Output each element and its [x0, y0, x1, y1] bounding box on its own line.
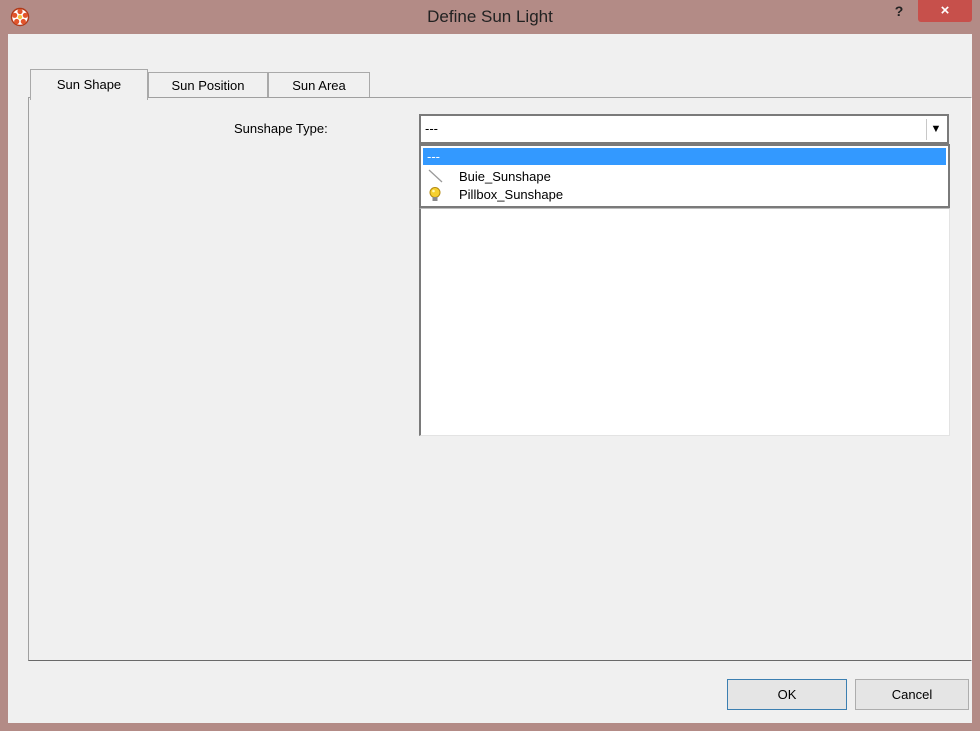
close-button[interactable]: ×: [918, 0, 972, 22]
cancel-button[interactable]: Cancel: [855, 679, 969, 710]
sunshape-type-label: Sunshape Type:: [234, 121, 328, 136]
tab-sun-shape[interactable]: Sun Shape: [30, 69, 148, 100]
title-bar[interactable]: Define Sun Light ? ×: [0, 0, 980, 34]
dropdown-option-pillbox[interactable]: Pillbox_Sunshape: [423, 186, 946, 203]
sunshape-parameters-area: [419, 208, 950, 436]
tab-sun-position[interactable]: Sun Position: [148, 72, 268, 98]
dropdown-option-none[interactable]: ---: [423, 148, 946, 165]
line-icon: [428, 169, 443, 183]
tab-sun-area[interactable]: Sun Area: [268, 72, 370, 98]
dialog-window: Define Sun Light ? × Sun Shape Sun Posit…: [0, 0, 980, 731]
help-button[interactable]: ?: [884, 0, 914, 22]
sunshape-type-combobox[interactable]: --- ▼: [419, 114, 949, 144]
sunshape-type-value: ---: [425, 121, 438, 136]
ok-button[interactable]: OK: [727, 679, 847, 710]
dropdown-arrow-icon[interactable]: ▼: [926, 119, 945, 140]
sunshape-type-dropdown-list: --- Buie_Sunshape Pillbox_Sunshape: [419, 144, 950, 208]
dropdown-option-buie[interactable]: Buie_Sunshape: [423, 168, 946, 185]
window-title: Define Sun Light: [427, 7, 553, 26]
lightbulb-icon: [429, 187, 441, 201]
